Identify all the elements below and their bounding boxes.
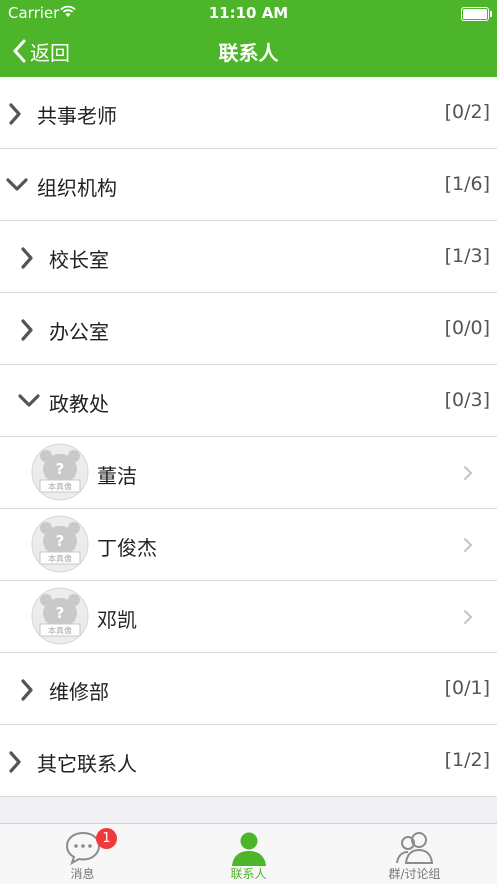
avatar: ? 本真像 xyxy=(31,515,89,573)
back-label: 返回 xyxy=(30,40,70,65)
svg-text:?: ? xyxy=(56,460,65,478)
chevron-right-icon xyxy=(9,751,21,773)
group-count: [1/6] xyxy=(444,173,490,195)
chevron-right-icon xyxy=(21,319,33,341)
nav-header: Carrier 11:10 AM 返回 联系人 xyxy=(0,0,497,77)
chevron-right-icon xyxy=(464,538,473,552)
chevron-right-icon xyxy=(464,466,473,480)
contact-row[interactable]: ? 本真像 董洁 xyxy=(0,437,497,509)
tab-groups[interactable]: 群/讨论组 xyxy=(332,824,497,884)
group-label: 维修部 xyxy=(49,680,109,704)
person-icon xyxy=(231,832,266,866)
group-row-principal-office[interactable]: 校长室 [1/3] xyxy=(0,221,497,293)
group-count: [0/0] xyxy=(444,317,490,339)
group-row-office[interactable]: 办公室 [0/0] xyxy=(0,293,497,365)
contact-row[interactable]: ? 本真像 邓凯 xyxy=(0,581,497,653)
group-label: 办公室 xyxy=(49,320,109,344)
chevron-right-icon xyxy=(21,679,33,701)
chevron-right-icon xyxy=(464,610,473,624)
tab-label: 联系人 xyxy=(230,867,267,881)
avatar-placeholder-text: 本真像 xyxy=(48,554,72,564)
battery-icon xyxy=(461,7,492,21)
chevron-right-icon xyxy=(9,103,21,125)
chevron-down-icon xyxy=(18,394,40,407)
group-count: [1/2] xyxy=(444,749,490,771)
group-row-coworkers[interactable]: 共事老师 [0/2] xyxy=(0,77,497,149)
avatar-placeholder-text: 本真像 xyxy=(48,482,72,492)
contact-name: 董洁 xyxy=(97,464,137,488)
contact-name: 邓凯 xyxy=(97,608,137,632)
avatar-placeholder-text: 本真像 xyxy=(48,626,72,636)
contact-row[interactable]: ? 本真像 丁俊杰 xyxy=(0,509,497,581)
back-chevron-icon xyxy=(13,39,26,63)
group-row-organization[interactable]: 组织机构 [1/6] xyxy=(0,149,497,221)
tab-label: 群/讨论组 xyxy=(388,867,441,881)
tab-label: 消息 xyxy=(70,867,95,881)
back-button[interactable]: 返回 xyxy=(12,36,70,66)
group-icon xyxy=(395,832,433,864)
group-row-maintenance[interactable]: 维修部 [0/1] xyxy=(0,653,497,725)
avatar: ? 本真像 xyxy=(31,587,89,645)
contact-name: 丁俊杰 xyxy=(97,536,157,560)
group-count: [0/3] xyxy=(444,389,490,411)
page-title: 联系人 xyxy=(218,41,279,65)
group-row-other-contacts[interactable]: 其它联系人 [1/2] xyxy=(0,725,497,797)
unread-badge: 1 xyxy=(96,828,117,849)
group-label: 组织机构 xyxy=(37,176,117,200)
group-row-political-education[interactable]: 政教处 [0/3] xyxy=(0,365,497,437)
group-label: 校长室 xyxy=(49,248,109,272)
group-count: [0/2] xyxy=(444,101,490,123)
group-label: 政教处 xyxy=(49,392,109,416)
tab-messages[interactable]: 1 消息 xyxy=(0,824,165,884)
chevron-right-icon xyxy=(21,247,33,269)
group-label: 共事老师 xyxy=(37,104,117,128)
contact-list: 共事老师 [0/2] 组织机构 [1/6] 校长室 [1/3] 办公室 [0/0… xyxy=(0,77,497,797)
group-count: [0/1] xyxy=(444,677,490,699)
status-time: 11:10 AM xyxy=(208,4,289,22)
chevron-down-icon xyxy=(6,178,28,191)
svg-text:?: ? xyxy=(56,532,65,550)
status-bar: Carrier 11:10 AM xyxy=(0,0,497,26)
tab-contacts[interactable]: 联系人 xyxy=(166,824,331,884)
group-label: 其它联系人 xyxy=(37,752,137,776)
tab-bar: 1 消息 联系人 群/讨论组 xyxy=(0,823,497,884)
avatar: ? 本真像 xyxy=(31,443,89,501)
svg-text:?: ? xyxy=(56,604,65,622)
group-count: [1/3] xyxy=(444,245,490,267)
